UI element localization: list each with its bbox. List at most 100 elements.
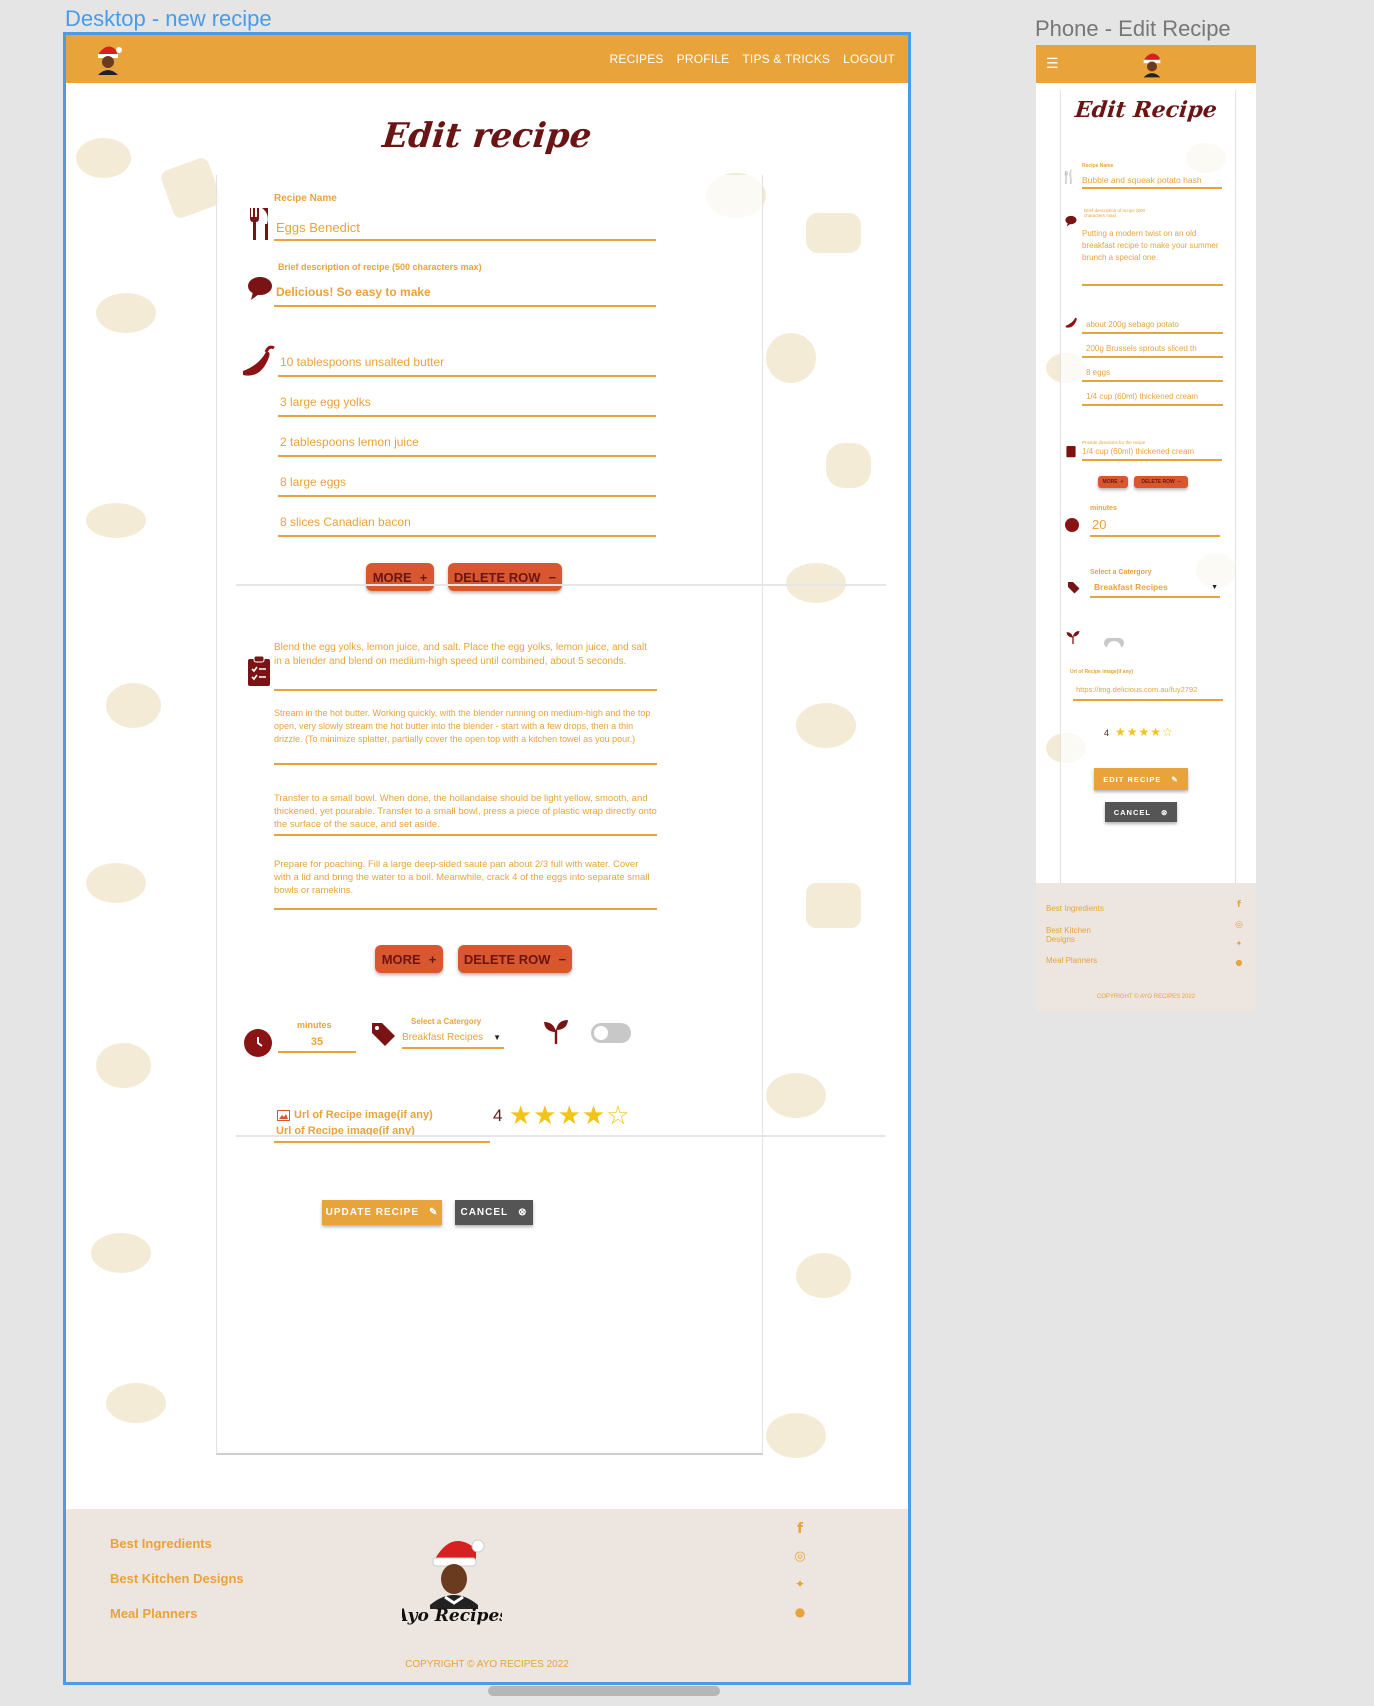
- ingredient-input[interactable]: 8 eggs: [1082, 364, 1223, 382]
- logo[interactable]: [88, 40, 128, 78]
- price-tag-icon: [369, 1020, 397, 1048]
- doodle-decoration: [106, 683, 161, 728]
- footer-link-kitchen-designs[interactable]: Best Kitchen Designs: [110, 1571, 244, 1586]
- delete-label: DELETE ROW: [463, 951, 551, 967]
- method-step-input[interactable]: 1/4 cup (60ml) thickened cream: [1082, 447, 1222, 461]
- minutes-input[interactable]: 20: [1090, 515, 1220, 537]
- minus-icon: −: [548, 569, 557, 585]
- footer-link-kitchen-designs[interactable]: Best Kitchen Designs: [1046, 926, 1116, 944]
- category-selected-value: Breakfast Recipes: [402, 1032, 484, 1043]
- image-icon: [276, 1109, 290, 1121]
- nav-logout[interactable]: LOGOUT: [843, 52, 895, 66]
- doodle-decoration: [766, 1073, 826, 1118]
- cancel-label: CANCEL: [460, 1207, 509, 1218]
- nav-tips-tricks[interactable]: TIPS & TRICKS: [742, 52, 830, 66]
- page-title: Edit Recipe: [1073, 97, 1219, 123]
- footer-link-meal-planners[interactable]: Meal Planners: [1046, 956, 1097, 965]
- close-circle-icon: ⊗: [1160, 807, 1169, 817]
- method-step-input[interactable]: Prepare for poaching. Fill a large deep-…: [274, 858, 657, 910]
- nav-profile[interactable]: PROFILE: [677, 52, 730, 66]
- ingredient-input[interactable]: 10 tablespoons unsalted butter: [278, 347, 656, 377]
- more-button[interactable]: MORE +: [1098, 476, 1128, 488]
- delete-step-row-button[interactable]: DELETE ROW −: [458, 945, 572, 973]
- ingredient-input[interactable]: 1/4 cup (60ml) thickened cream: [1082, 388, 1223, 406]
- footer-link-best-ingredients[interactable]: Best Ingredients: [1046, 904, 1104, 913]
- doodle-decoration: [96, 293, 156, 333]
- vegetarian-toggle[interactable]: [591, 1023, 631, 1043]
- image-url-label: Url of Recipe image(if any): [1070, 669, 1134, 675]
- method-step-input[interactable]: Transfer to a small bowl. When done, the…: [274, 792, 657, 836]
- method-step-input[interactable]: Stream in the hot butter. Working quickl…: [274, 707, 657, 765]
- category-select[interactable]: Breakfast Recipes ▼: [402, 1029, 504, 1049]
- rating-value: 4: [1104, 728, 1110, 738]
- image-url-input[interactable]: Url of Recipe image(if any): [274, 1123, 490, 1143]
- ingredient-input[interactable]: 3 large egg yolks: [278, 387, 656, 417]
- doodle-decoration: [86, 503, 146, 538]
- price-tag-icon: [1066, 580, 1080, 594]
- github-icon[interactable]: ●: [792, 1605, 808, 1619]
- twitter-icon[interactable]: ✦: [1234, 939, 1244, 948]
- phone-frame: ☰ Edit Recipe 🍴 Recipe Name Bubble and s…: [1036, 45, 1256, 1011]
- twitter-icon[interactable]: ✦: [792, 1577, 808, 1591]
- github-icon[interactable]: ●: [1234, 958, 1244, 967]
- image-url-label: Url of Recipe image(if any): [294, 1109, 433, 1121]
- clipboard-checklist-icon: [1066, 444, 1076, 458]
- facebook-icon[interactable]: f: [1234, 900, 1244, 910]
- ingredient-input[interactable]: 200g Brussels sprouts sliced th: [1082, 340, 1223, 358]
- speech-bubble-icon: [247, 275, 273, 301]
- minutes-label: minutes: [297, 1020, 332, 1030]
- top-navbar: ☰: [1036, 45, 1256, 83]
- more-steps-button[interactable]: MORE +: [375, 945, 443, 973]
- more-ingredients-button[interactable]: MORE +: [366, 563, 434, 591]
- instagram-icon[interactable]: ◎: [792, 1549, 808, 1564]
- doodle-decoration: [106, 1383, 166, 1423]
- hamburger-menu-icon[interactable]: ☰: [1046, 56, 1059, 72]
- delete-label: DELETE ROW: [453, 569, 541, 585]
- rating-value: 4: [493, 1106, 503, 1125]
- category-select[interactable]: Breakfast Recipes ▼: [1090, 580, 1220, 598]
- filled-star-icon: ★★★★: [509, 1101, 607, 1131]
- horizontal-scrollbar[interactable]: [488, 1686, 720, 1696]
- star-rating[interactable]: ★★★★☆: [1115, 725, 1174, 739]
- cancel-button[interactable]: CANCEL ⊗: [455, 1200, 533, 1225]
- chef-logo-icon: [1143, 53, 1161, 78]
- doodle-decoration: [766, 333, 816, 383]
- method-step-input[interactable]: Blend the egg yolks, lemon juice, and sa…: [274, 641, 657, 691]
- description-input[interactable]: Delicious! So easy to make: [274, 281, 656, 307]
- clipboard-checklist-icon: [247, 655, 271, 687]
- doodle-decoration: [786, 563, 846, 603]
- doodle-decoration: [806, 883, 861, 928]
- copyright: COPYRIGHT © AYO RECIPES 2022: [1096, 994, 1196, 1000]
- logo[interactable]: [1137, 49, 1171, 79]
- recipe-name-label: Recipe Name: [1082, 163, 1114, 169]
- section-divider: [236, 1135, 886, 1137]
- ingredient-input[interactable]: 2 tablespoons lemon juice: [278, 427, 656, 457]
- description-input[interactable]: Putting a modern twist on an old breakfa…: [1082, 228, 1223, 286]
- update-recipe-button[interactable]: UPDATE RECIPE ✎: [322, 1200, 442, 1225]
- recipe-name-input[interactable]: Bubble and squeak potato hash: [1082, 173, 1222, 189]
- delete-row-button[interactable]: DELETE ROW −: [1134, 476, 1188, 488]
- instagram-icon[interactable]: ◎: [1234, 920, 1244, 930]
- top-navbar: RECIPES PROFILE TIPS & TRICKS LOGOUT: [66, 35, 908, 83]
- ingredient-input[interactable]: 8 slices Canadian bacon: [278, 507, 656, 537]
- footer-link-best-ingredients[interactable]: Best Ingredients: [110, 1536, 212, 1551]
- image-url-input[interactable]: https://img.delicious.com.au/fuy2792: [1073, 683, 1223, 701]
- vegetarian-toggle[interactable]: [1104, 638, 1124, 655]
- cancel-button[interactable]: CANCEL ⊗: [1105, 802, 1177, 822]
- ingredient-input[interactable]: 8 large eggs: [278, 467, 656, 497]
- edit-recipe-button[interactable]: EDIT RECIPE ✎: [1094, 768, 1188, 790]
- chevron-down-icon: ▼: [1211, 584, 1218, 591]
- footer-link-meal-planners[interactable]: Meal Planners: [110, 1606, 197, 1621]
- facebook-icon[interactable]: f: [792, 1521, 808, 1537]
- minutes-input[interactable]: 35: [278, 1033, 356, 1053]
- ingredient-input[interactable]: about 200g sebago potato: [1082, 316, 1223, 334]
- section-divider: [236, 584, 886, 586]
- recipe-name-input[interactable]: Eggs Benedict: [274, 217, 656, 241]
- star-rating[interactable]: ★★★★☆: [509, 1101, 631, 1131]
- nav-recipes[interactable]: RECIPES: [610, 52, 664, 66]
- edit-icon: ✎: [1171, 774, 1179, 784]
- doodle-decoration: [796, 1253, 851, 1298]
- plant-sprout-icon: [542, 1019, 570, 1045]
- description-label: Brief description of recipe (500 charact…: [1084, 208, 1146, 218]
- delete-ingredient-row-button[interactable]: DELETE ROW −: [448, 563, 562, 591]
